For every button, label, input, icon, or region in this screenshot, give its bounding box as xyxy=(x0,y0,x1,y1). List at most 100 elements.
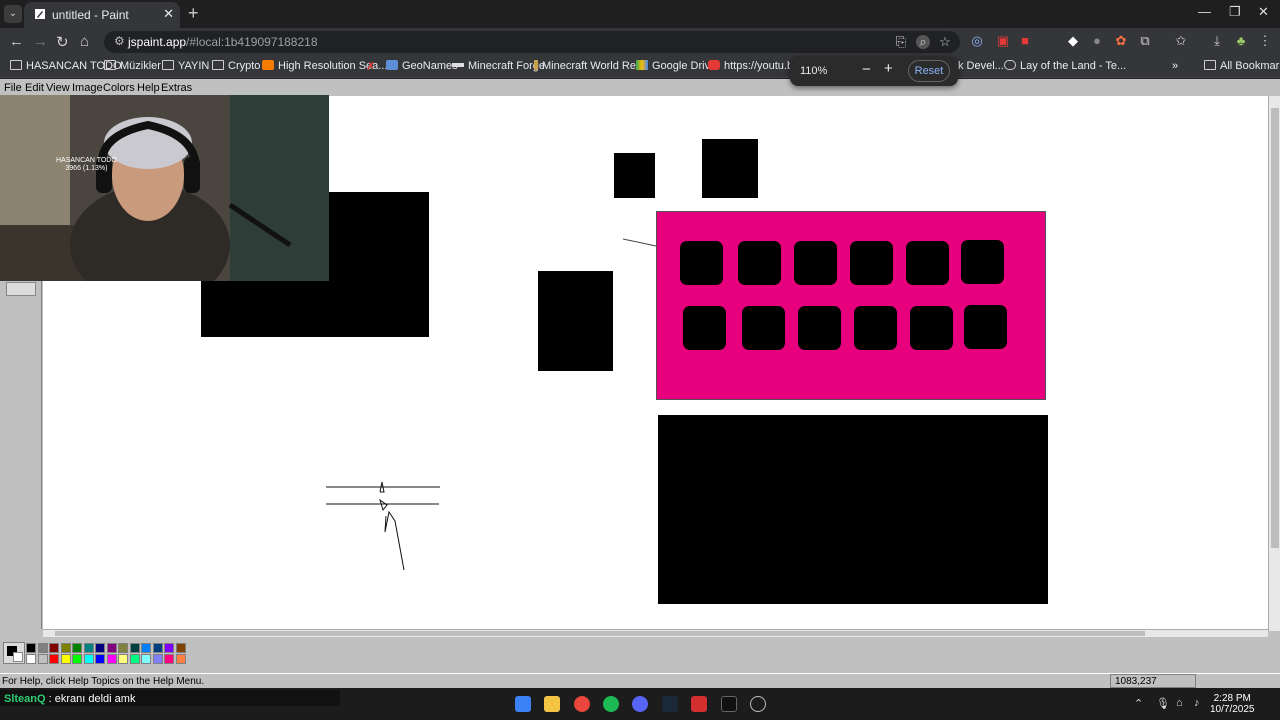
palette-swatch[interactable] xyxy=(26,654,36,664)
system-clock[interactable]: 2:28 PM 10/7/2025 xyxy=(1210,693,1255,715)
bookmark-crypto[interactable]: Crypto xyxy=(212,60,260,72)
extension-4-icon[interactable]: ◆ xyxy=(1066,34,1080,48)
app-red-icon[interactable] xyxy=(691,696,707,712)
menu-help[interactable]: Help xyxy=(137,82,160,94)
downloads-icon[interactable]: ⤓ xyxy=(1210,34,1224,48)
bookmark-lay-of-the-land[interactable]: Lay of the Land - Te... xyxy=(1004,60,1126,72)
palette-swatch[interactable] xyxy=(72,654,82,664)
palette-swatch[interactable] xyxy=(175,643,186,653)
extension-3-icon[interactable]: ■ xyxy=(1018,34,1032,48)
microphone-icon[interactable]: 🎙 xyxy=(1156,697,1170,710)
extension-6-icon[interactable]: ✿ xyxy=(1114,34,1128,48)
forward-icon[interactable]: → xyxy=(33,33,48,50)
new-tab-icon[interactable]: + xyxy=(188,3,199,24)
extensions-puzzle-icon[interactable]: ⧉ xyxy=(1138,34,1152,48)
minimize-icon[interactable]: — xyxy=(1198,4,1211,19)
palette-swatch[interactable] xyxy=(152,643,163,653)
menu-file[interactable]: File xyxy=(4,82,22,94)
extension-1-icon[interactable]: ◎ xyxy=(970,34,984,48)
menu-view[interactable]: View xyxy=(46,82,70,94)
palette-swatch[interactable] xyxy=(60,643,71,653)
folder-icon xyxy=(104,60,116,70)
palette-swatch[interactable] xyxy=(83,643,94,653)
install-app-icon[interactable]: ⎘ xyxy=(894,35,908,49)
menu-colors[interactable]: Colors xyxy=(103,82,135,94)
reload-icon[interactable]: ↻ xyxy=(56,33,69,51)
palette-swatch[interactable] xyxy=(106,654,117,664)
tab-search-icon[interactable]: ⌄ xyxy=(4,5,22,23)
current-colors[interactable] xyxy=(3,642,25,664)
chrome-icon[interactable] xyxy=(574,696,590,712)
tool-options-panel[interactable] xyxy=(6,282,36,296)
tab-paint[interactable]: untitled - Paint ✕ xyxy=(24,2,180,28)
close-window-icon[interactable]: ✕ xyxy=(1258,4,1269,20)
menu-edit[interactable]: Edit xyxy=(25,82,44,94)
zoom-in-button[interactable]: + xyxy=(884,60,893,77)
site-info-icon[interactable]: ⚙ xyxy=(114,34,125,48)
bookmark-google-drive[interactable]: Google Drive xyxy=(636,60,716,72)
zoom-out-button[interactable]: − xyxy=(862,61,871,78)
maximize-icon[interactable]: ❐ xyxy=(1229,4,1241,20)
file-explorer-icon[interactable] xyxy=(544,696,560,712)
palette-swatch[interactable] xyxy=(37,643,48,653)
palette-swatch[interactable] xyxy=(129,654,140,664)
steam-icon[interactable] xyxy=(662,696,678,712)
bookmarks-bar: HASANCAN TODO Müzikler YAYIN Crypto High… xyxy=(0,56,1280,78)
palette-swatch[interactable] xyxy=(175,654,186,664)
palette-swatch[interactable] xyxy=(95,654,105,664)
close-tab-icon[interactable]: ✕ xyxy=(163,6,174,22)
bookmark-minecraft-forge[interactable]: Minecraft Forge xyxy=(452,60,545,72)
palette-swatch[interactable] xyxy=(49,643,59,653)
obs-icon[interactable] xyxy=(750,696,766,712)
palette-swatch[interactable] xyxy=(118,654,128,664)
palette-swatch[interactable] xyxy=(60,654,71,664)
back-icon[interactable]: ← xyxy=(9,33,24,50)
palette-swatch[interactable] xyxy=(72,643,82,653)
palette-swatch[interactable] xyxy=(141,643,151,653)
horizontal-scroll-thumb[interactable] xyxy=(55,631,1145,636)
chrome-menu-icon[interactable]: ⋮ xyxy=(1258,34,1272,48)
bookmark-muzikler[interactable]: Müzikler xyxy=(104,60,161,72)
menu-image[interactable]: Image xyxy=(72,82,103,94)
menu-extras[interactable]: Extras xyxy=(161,82,192,94)
home-icon[interactable]: ⌂ xyxy=(80,33,89,50)
zoom-reset-button[interactable]: Reset xyxy=(908,60,950,82)
palette-swatch[interactable] xyxy=(152,654,163,664)
volume-icon[interactable]: ♪ xyxy=(1194,697,1200,709)
all-bookmarks[interactable]: All Bookmarks xyxy=(1204,60,1280,72)
zoom-icon[interactable]: ⌕ xyxy=(916,35,930,49)
palette-swatch[interactable] xyxy=(141,654,151,664)
tray-overflow-icon[interactable]: ⌃ xyxy=(1134,697,1143,710)
vertical-scroll-thumb[interactable] xyxy=(1271,108,1279,548)
address-bar[interactable]: ⚙ jspaint.app/#local:1b419097188218 ⎘ ⌕ … xyxy=(104,31,960,53)
extension-2-icon[interactable]: ▣ xyxy=(996,34,1010,48)
bookmark-star-icon[interactable]: ☆ xyxy=(938,35,952,49)
url-host: jspaint.app xyxy=(128,35,187,49)
network-icon[interactable]: ⌂ xyxy=(1176,697,1183,709)
bookmark-geonames[interactable]: GeoNames xyxy=(386,60,458,72)
profile-avatar-icon[interactable]: ♣ xyxy=(1234,34,1248,48)
palette-swatch[interactable] xyxy=(164,654,174,664)
start-icon[interactable] xyxy=(515,696,531,712)
vertical-scrollbar[interactable] xyxy=(1268,96,1280,631)
palette-swatch[interactable] xyxy=(95,643,105,653)
discord-icon[interactable] xyxy=(632,696,648,712)
palette-swatch[interactable] xyxy=(37,654,48,664)
bookmark-x[interactable]: ✗ xyxy=(366,60,375,73)
palette-swatch[interactable] xyxy=(164,643,174,653)
bookmark-devel[interactable]: k Devel... xyxy=(958,60,1004,72)
palette-swatch[interactable] xyxy=(106,643,117,653)
bookmarks-manager-icon[interactable]: ✩ xyxy=(1174,34,1188,48)
app-stripes-icon[interactable] xyxy=(721,696,737,712)
palette-swatch[interactable] xyxy=(49,654,59,664)
more-bookmarks-icon[interactable]: » xyxy=(1172,60,1178,72)
palette-swatch[interactable] xyxy=(26,643,36,653)
extension-5-icon[interactable]: ● xyxy=(1090,34,1104,48)
bookmark-yayin[interactable]: YAYIN xyxy=(162,60,209,72)
bookmark-minecraft-world[interactable]: Minecraft World Re... xyxy=(534,60,645,72)
palette-swatch[interactable] xyxy=(83,654,94,664)
palette-swatch[interactable] xyxy=(129,643,140,653)
horizontal-scrollbar[interactable] xyxy=(43,629,1268,637)
spotify-icon[interactable] xyxy=(603,696,619,712)
palette-swatch[interactable] xyxy=(118,643,128,653)
